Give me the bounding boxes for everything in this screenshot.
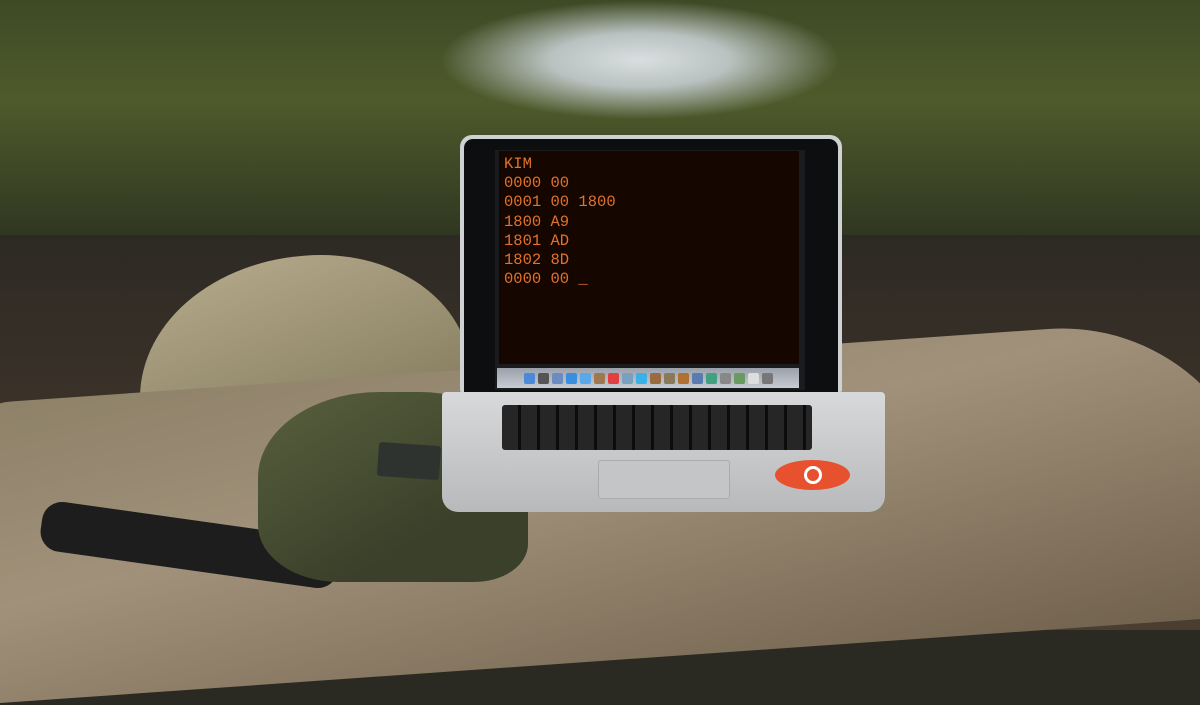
preview-icon[interactable]	[551, 372, 563, 384]
system-preferences-icon[interactable]	[719, 372, 731, 384]
address-book-icon[interactable]	[593, 372, 605, 384]
iphoto-icon[interactable]	[733, 372, 745, 384]
dock	[497, 368, 799, 388]
itunes-icon[interactable]	[635, 372, 647, 384]
trackpad	[598, 460, 730, 499]
keyboard	[502, 405, 812, 450]
time-machine-icon[interactable]	[705, 372, 717, 384]
terminal-line: 0001 00 1800	[504, 193, 616, 212]
garageband-icon[interactable]	[677, 372, 689, 384]
laptop-base	[442, 392, 885, 512]
launchpad-icon[interactable]	[537, 372, 549, 384]
sticker	[775, 460, 850, 490]
terminal-line: 0000 00	[504, 174, 570, 193]
photo-scene: KIM 0000 00 0001 00 1800 1800 A9 1801 AD 1802…	[0, 0, 1200, 705]
terminal-line: KIM	[504, 155, 532, 173]
bag-label-patch	[376, 441, 442, 481]
safari-icon[interactable]	[565, 372, 577, 384]
terminal-prompt-line: 0000 00 _	[504, 270, 588, 289]
finder-icon[interactable]	[523, 372, 535, 384]
terminal-line: 1800 A9	[504, 212, 570, 231]
photo-booth-icon[interactable]	[649, 372, 661, 384]
terminal-window[interactable]: KIM 0000 00 0001 00 1800 1800 A9 1801 AD 1802…	[499, 151, 799, 364]
photo-icon[interactable]	[621, 372, 633, 384]
calendar-icon[interactable]	[607, 372, 619, 384]
sticker-logo-icon	[803, 466, 822, 484]
dashboard-icon[interactable]	[691, 372, 703, 384]
documents-icon[interactable]	[747, 372, 759, 384]
terminal-line: 1802 8D	[504, 250, 570, 269]
trash-icon[interactable]	[761, 372, 773, 384]
ichat-icon[interactable]	[579, 372, 591, 384]
terminal-line: 1801 AD	[504, 231, 570, 250]
imovie-icon[interactable]	[663, 372, 675, 384]
